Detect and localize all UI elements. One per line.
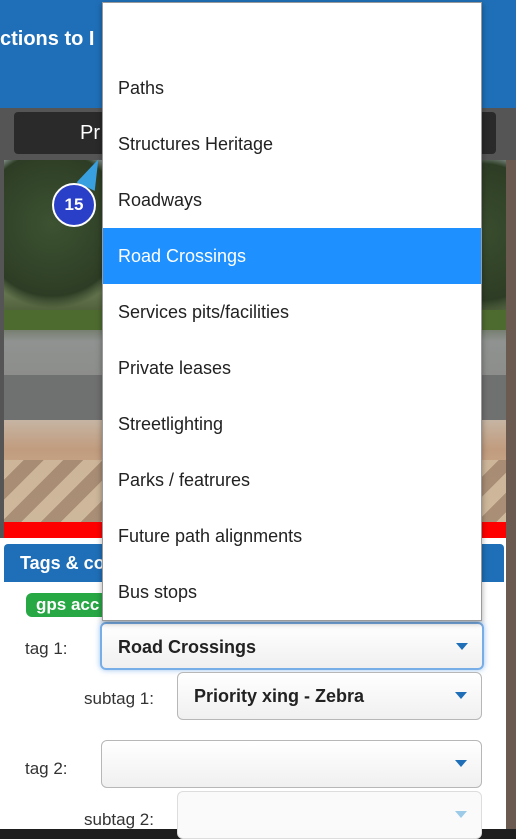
- dropdown-option-roadways[interactable]: Roadways: [103, 172, 481, 228]
- dropdown-option-structures-heritage[interactable]: Structures Heritage: [103, 116, 481, 172]
- dropdown-option-services-pits[interactable]: Services pits/facilities: [103, 284, 481, 340]
- subtag1-value: Priority xing - Zebra: [194, 686, 365, 706]
- tag1-dropdown-list[interactable]: Paths Structures Heritage Roadways Road …: [102, 2, 482, 621]
- tag1-select[interactable]: Road Crossings: [100, 622, 484, 670]
- subtag2-label: subtag 2:: [84, 810, 154, 829]
- subtag1-select[interactable]: Priority xing - Zebra: [177, 672, 482, 720]
- subtag2-select[interactable]: [177, 791, 482, 839]
- chevron-down-icon: [455, 760, 467, 767]
- chevron-down-icon: [455, 692, 467, 699]
- tag1-value: Road Crossings: [118, 637, 257, 657]
- chevron-down-icon: [456, 643, 468, 650]
- subtag1-label: subtag 1:: [84, 689, 154, 708]
- chevron-down-icon: [455, 811, 467, 818]
- dropdown-option-paths[interactable]: Paths: [103, 60, 481, 116]
- dropdown-option-bus-stops[interactable]: Bus stops: [103, 564, 481, 620]
- toolbar-button-label: Pr: [80, 122, 100, 144]
- gps-accuracy-badge: gps acc: [26, 593, 110, 617]
- tag1-label: tag 1:: [25, 639, 68, 658]
- tags-panel-title: Tags & co: [20, 553, 105, 573]
- map-marker[interactable]: 15: [52, 183, 96, 227]
- dropdown-option-private-leases[interactable]: Private leases: [103, 340, 481, 396]
- tag2-select[interactable]: [101, 740, 482, 788]
- dropdown-option-future-path-alignments[interactable]: Future path alignments: [103, 508, 481, 564]
- right-edge: [506, 160, 516, 829]
- tag2-label: tag 2:: [25, 759, 68, 778]
- dropdown-option-streetlighting[interactable]: Streetlighting: [103, 396, 481, 452]
- dropdown-option-parks[interactable]: Parks / featrures: [103, 452, 481, 508]
- page-title: ctions to I: [0, 28, 95, 50]
- dropdown-option-road-crossings[interactable]: Road Crossings: [103, 228, 481, 284]
- dropdown-option-empty[interactable]: [103, 4, 481, 60]
